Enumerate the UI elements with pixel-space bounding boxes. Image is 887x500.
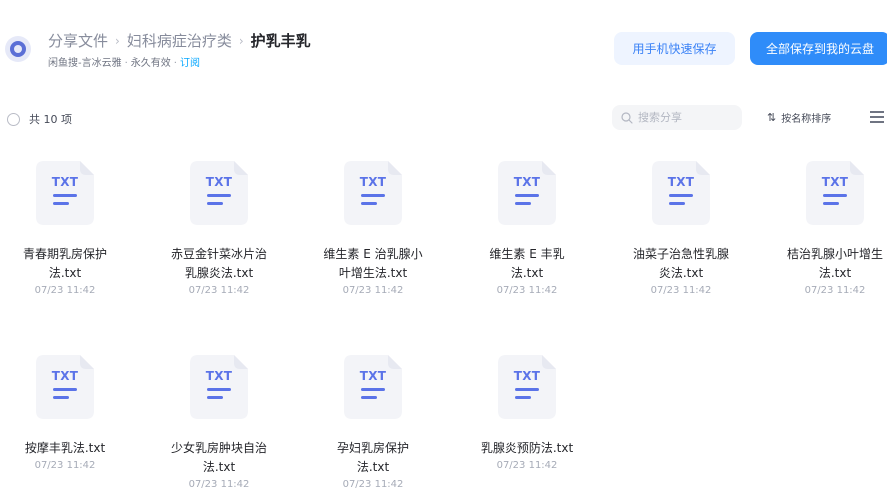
file-type-label: TXT: [513, 175, 541, 189]
file-item[interactable]: TXT 孕妇乳房保护 法.txt 07/23 11:42: [311, 355, 435, 490]
subscribe-link[interactable]: 订阅: [180, 58, 200, 69]
file-name: 油菜子治急性乳腺 炎法.txt: [619, 245, 743, 283]
file-name-line: 孕妇乳房保护: [336, 441, 409, 455]
file-date: 07/23 11:42: [496, 460, 558, 471]
file-type-label: TXT: [821, 175, 849, 189]
phone-save-button[interactable]: 用手机快速保存: [614, 32, 735, 65]
txt-file-icon: TXT: [498, 161, 556, 225]
file-date: 07/23 11:42: [342, 479, 404, 490]
file-item[interactable]: TXT 青春期乳房保护 法.txt 07/23 11:42: [3, 161, 127, 296]
txt-file-icon: TXT: [36, 161, 94, 225]
file-item[interactable]: TXT 油菜子治急性乳腺 炎法.txt 07/23 11:42: [619, 161, 743, 296]
file-date: 07/23 11:42: [188, 479, 250, 490]
file-date: 07/23 11:42: [34, 460, 96, 471]
file-date: 07/23 11:42: [188, 285, 250, 296]
select-all[interactable]: 共 10 项: [7, 111, 72, 127]
file-type-label: TXT: [205, 175, 233, 189]
item-count: 共 10 项: [29, 113, 72, 126]
file-type-label: TXT: [359, 369, 387, 383]
file-name-line: 按摩丰乳法.txt: [24, 441, 106, 455]
select-all-radio[interactable]: [7, 112, 20, 126]
file-name-line: 维生素 E 治乳腺小: [323, 247, 423, 261]
file-date: 07/23 11:42: [650, 285, 712, 296]
txt-file-icon: TXT: [652, 161, 710, 225]
file-name-line: 维生素 E 丰乳: [489, 247, 565, 261]
search-box[interactable]: [612, 105, 742, 130]
file-date: 07/23 11:42: [34, 285, 96, 296]
validity-text: 永久有效: [130, 58, 171, 69]
file-name-line: 乳腺炎法.txt: [184, 266, 254, 280]
search-icon: [621, 111, 633, 124]
chevron-right-icon: ›: [115, 33, 120, 48]
file-name: 孕妇乳房保护 法.txt: [311, 439, 435, 477]
file-type-label: TXT: [51, 175, 79, 189]
txt-file-icon: TXT: [190, 161, 248, 225]
file-name-line: 叶增生法.txt: [338, 266, 408, 280]
file-name: 桔治乳腺小叶增生 法.txt: [773, 245, 887, 283]
file-name-line: 赤豆金针菜冰片治: [170, 247, 267, 261]
file-item[interactable]: TXT 桔治乳腺小叶增生 法.txt 07/23 11:42: [773, 161, 887, 296]
file-name-line: 桔治乳腺小叶增生: [786, 247, 883, 261]
txt-file-icon: TXT: [344, 161, 402, 225]
file-item[interactable]: TXT 维生素 E 治乳腺小 叶增生法.txt 07/23 11:42: [311, 161, 435, 296]
file-name-line: 法.txt: [818, 266, 852, 280]
file-item[interactable]: TXT 赤豆金针菜冰片治 乳腺炎法.txt 07/23 11:42: [157, 161, 281, 296]
file-name-line: 乳腺炎预防法.txt: [480, 441, 574, 455]
file-name: 青春期乳房保护 法.txt: [3, 245, 127, 283]
sort-label: 按名称排序: [781, 114, 832, 125]
file-date: 07/23 11:42: [342, 285, 404, 296]
file-name-line: 少女乳房肿块自治: [170, 441, 267, 455]
file-name: 按摩丰乳法.txt: [3, 439, 127, 458]
breadcrumb-item-category[interactable]: 妇科病症治疗类: [127, 30, 232, 51]
file-type-label: TXT: [667, 175, 695, 189]
txt-file-icon: TXT: [190, 355, 248, 419]
file-type-label: TXT: [51, 369, 79, 383]
file-item[interactable]: TXT 按摩丰乳法.txt 07/23 11:42: [3, 355, 127, 471]
file-type-label: TXT: [205, 369, 233, 383]
page-title: 护乳丰乳: [250, 32, 311, 50]
save-all-button[interactable]: 全部保存到我的云盘: [750, 32, 887, 65]
list-view-icon[interactable]: [870, 111, 884, 123]
file-name-line: 青春期乳房保护: [22, 247, 107, 261]
txt-file-icon: TXT: [806, 161, 864, 225]
txt-file-icon: TXT: [344, 355, 402, 419]
share-meta: 闲鱼搜-言冰云雅 · 永久有效 · 订阅: [48, 58, 200, 69]
file-name-line: 炎法.txt: [658, 266, 704, 280]
search-input[interactable]: [638, 111, 738, 124]
file-name-line: 法.txt: [510, 266, 544, 280]
sort-arrows-icon: ⇅: [767, 111, 777, 124]
sharer-name: 闲鱼搜-言冰云雅: [48, 58, 122, 69]
txt-file-icon: TXT: [498, 355, 556, 419]
file-name-line: 法.txt: [48, 266, 82, 280]
sort-control[interactable]: ⇅ 按名称排序: [767, 110, 831, 125]
file-type-label: TXT: [513, 369, 541, 383]
file-name-line: 油菜子治急性乳腺: [632, 247, 729, 261]
file-name: 少女乳房肿块自治 法.txt: [157, 439, 281, 477]
breadcrumb-item-shared-files[interactable]: 分享文件: [48, 30, 108, 51]
file-item[interactable]: TXT 维生素 E 丰乳 法.txt 07/23 11:42: [465, 161, 589, 296]
file-item[interactable]: TXT 少女乳房肿块自治 法.txt 07/23 11:42: [157, 355, 281, 490]
file-name: 维生素 E 治乳腺小 叶增生法.txt: [311, 245, 435, 283]
file-date: 07/23 11:42: [496, 285, 558, 296]
file-name: 维生素 E 丰乳 法.txt: [465, 245, 589, 283]
file-date: 07/23 11:42: [804, 285, 866, 296]
file-name-line: 法.txt: [356, 460, 390, 474]
file-name: 赤豆金针菜冰片治 乳腺炎法.txt: [157, 245, 281, 283]
file-name: 乳腺炎预防法.txt: [465, 439, 589, 458]
app-logo-icon: [5, 36, 31, 62]
file-type-label: TXT: [359, 175, 387, 189]
chevron-right-icon: ›: [238, 33, 244, 48]
file-item[interactable]: TXT 乳腺炎预防法.txt 07/23 11:42: [465, 355, 589, 471]
file-name-line: 法.txt: [202, 460, 236, 474]
txt-file-icon: TXT: [36, 355, 94, 419]
breadcrumb: 分享文件 › 妇科病症治疗类 › 护乳丰乳: [48, 30, 311, 51]
